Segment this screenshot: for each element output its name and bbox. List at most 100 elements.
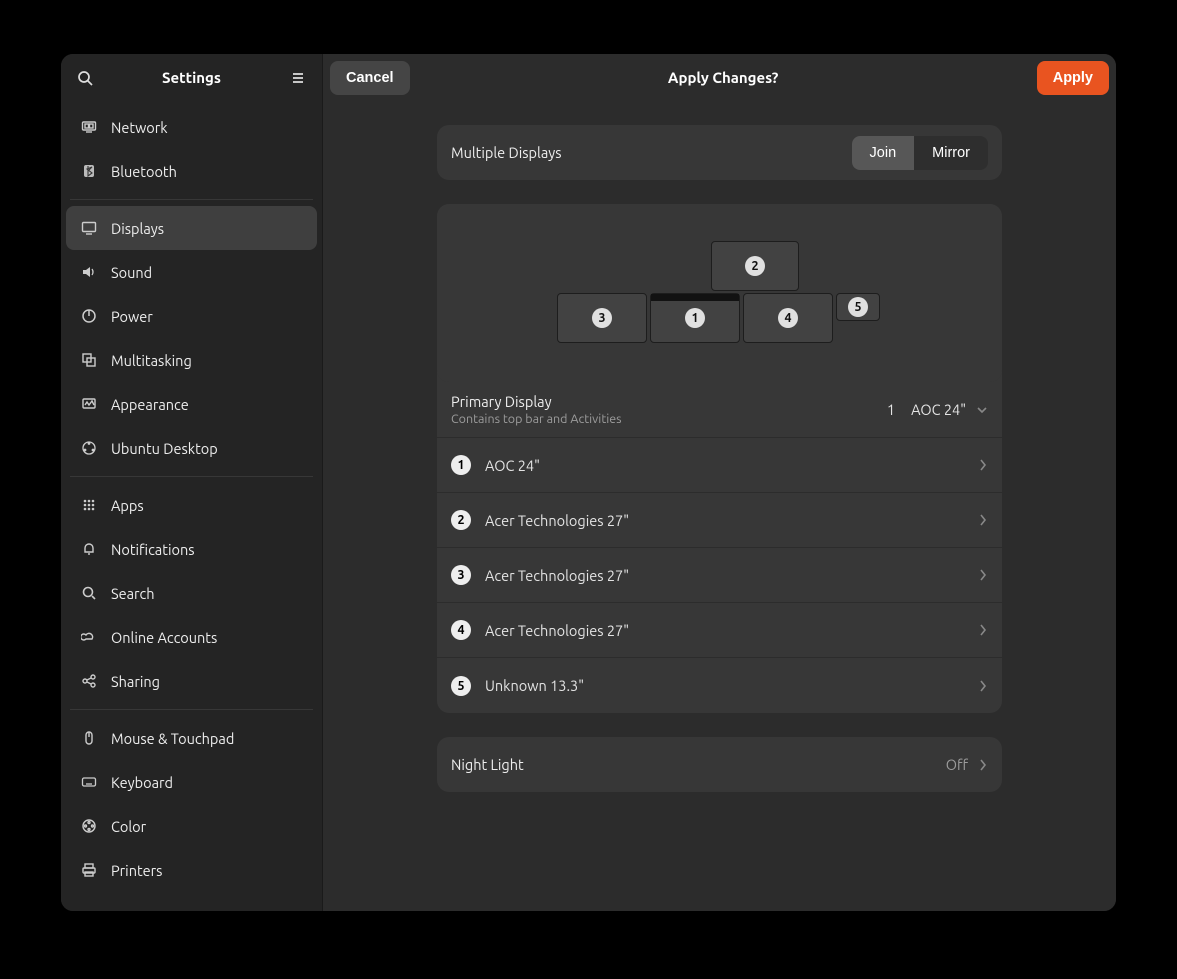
chevron-right-icon <box>978 513 988 527</box>
sidebar-item-ubuntu-desktop[interactable]: Ubuntu Desktop <box>66 426 317 470</box>
power-icon <box>80 308 98 324</box>
bluetooth-icon <box>80 163 98 179</box>
sidebar-item-printers[interactable]: Printers <box>66 848 317 892</box>
sidebar-header: Settings <box>61 54 322 101</box>
sidebar-item-apps[interactable]: Apps <box>66 483 317 527</box>
display-name: Acer Technologies 27" <box>485 567 964 584</box>
cancel-button[interactable]: Cancel <box>330 61 410 95</box>
hamburger-icon[interactable] <box>282 62 314 94</box>
sharing-icon <box>80 673 98 689</box>
join-button[interactable]: Join <box>852 136 915 170</box>
settings-window: Settings Network Bluetooth Displays Sound Po… <box>61 54 1116 911</box>
display-row-1[interactable]: 1AOC 24" <box>437 438 1002 493</box>
chevron-right-icon <box>978 568 988 582</box>
sidebar-item-label: Sound <box>111 264 152 281</box>
display-number-badge: 1 <box>451 455 471 475</box>
display-number-badge: 4 <box>451 620 471 640</box>
displays-icon <box>80 220 98 236</box>
monitor-number-badge: 2 <box>745 256 765 276</box>
night-light-row[interactable]: Night Light Off <box>437 737 1002 792</box>
sidebar-item-color[interactable]: Color <box>66 804 317 848</box>
chevron-right-icon <box>978 623 988 637</box>
sidebar-title: Settings <box>101 69 282 86</box>
monitor-4[interactable]: 4 <box>743 293 833 343</box>
sidebar-item-label: Keyboard <box>111 774 173 791</box>
sidebar-item-keyboard[interactable]: Keyboard <box>66 760 317 804</box>
monitor-1[interactable]: 1 <box>650 293 740 343</box>
sidebar-item-label: Printers <box>111 862 162 879</box>
sidebar-item-label: Ubuntu Desktop <box>111 440 218 457</box>
sidebar-divider <box>70 476 313 477</box>
sidebar-item-label: Power <box>111 308 153 325</box>
appearance-icon <box>80 396 98 412</box>
sidebar-item-sharing[interactable]: Sharing <box>66 659 317 703</box>
night-light-value: Off <box>946 756 968 773</box>
monitor-5[interactable]: 5 <box>836 293 880 321</box>
sidebar-item-power[interactable]: Power <box>66 294 317 338</box>
sidebar-item-displays[interactable]: Displays <box>66 206 317 250</box>
network-icon <box>80 119 98 135</box>
sidebar-item-label: Color <box>111 818 146 835</box>
sidebar-item-network[interactable]: Network <box>66 105 317 149</box>
display-arrangement[interactable]: 2 3 1 4 5 <box>437 204 1002 382</box>
mouse-touchpad-icon <box>80 730 98 746</box>
sidebar-item-appearance[interactable]: Appearance <box>66 382 317 426</box>
display-number-badge: 3 <box>451 565 471 585</box>
sidebar-item-label: Network <box>111 119 168 136</box>
notifications-icon <box>80 541 98 557</box>
sidebar-item-online-accounts[interactable]: Online Accounts <box>66 615 317 659</box>
display-row-5[interactable]: 5 Unknown 13.3" <box>437 658 1002 713</box>
displays-card: 2 3 1 4 5 Primary Display Contains top bar a… <box>437 204 1002 713</box>
monitor-number-badge: 3 <box>592 308 612 328</box>
monitor-2[interactable]: 2 <box>711 241 799 291</box>
sidebar-item-sound[interactable]: Sound <box>66 250 317 294</box>
sidebar-item-mouse-touchpad[interactable]: Mouse & Touchpad <box>66 716 317 760</box>
sidebar-item-bluetooth[interactable]: Bluetooth <box>66 149 317 193</box>
chevron-right-icon <box>978 458 988 472</box>
sidebar-item-label: Bluetooth <box>111 163 177 180</box>
sidebar-list: Network Bluetooth Displays Sound Power Multit… <box>61 101 322 896</box>
sidebar-item-label: Displays <box>111 220 164 237</box>
sidebar-item-label: Sharing <box>111 673 160 690</box>
sidebar-item-label: Mouse & Touchpad <box>111 730 234 747</box>
monitor-number-badge: 5 <box>848 297 868 317</box>
monitor-primary-bar <box>651 294 739 301</box>
sidebar-divider <box>70 199 313 200</box>
display-name: Unknown 13.3" <box>485 677 964 694</box>
sidebar-item-label: Search <box>111 585 155 602</box>
content: Multiple Displays Join Mirror 2 3 1 4 5 Prim… <box>323 101 1116 911</box>
sidebar-item-notifications[interactable]: Notifications <box>66 527 317 571</box>
display-list: 1AOC 24" 2 Acer Technologies 27" 3 Acer Tech… <box>437 438 1002 713</box>
display-row-4[interactable]: 4 Acer Technologies 27" <box>437 603 1002 658</box>
color-icon <box>80 818 98 834</box>
display-row-3[interactable]: 3 Acer Technologies 27" <box>437 548 1002 603</box>
printers-icon <box>80 862 98 878</box>
display-name: Acer Technologies 27" <box>485 622 964 639</box>
night-light-label: Night Light <box>451 756 946 773</box>
search-icon[interactable] <box>69 62 101 94</box>
sidebar-item-search[interactable]: Search <box>66 571 317 615</box>
multiple-displays-label: Multiple Displays <box>451 144 852 161</box>
search-icon <box>80 585 98 601</box>
chevron-right-icon <box>978 679 988 693</box>
primary-display-sub: Contains top bar and Activities <box>451 412 887 426</box>
sidebar-item-multitasking[interactable]: Multitasking <box>66 338 317 382</box>
primary-display-name: AOC 24" <box>911 401 966 418</box>
display-number-badge: 5 <box>451 676 471 696</box>
apply-button[interactable]: Apply <box>1037 61 1109 95</box>
ubuntu-desktop-icon <box>80 440 98 456</box>
primary-display-row[interactable]: Primary Display Contains top bar and Act… <box>437 382 1002 438</box>
display-name: Acer Technologies 27" <box>485 512 964 529</box>
mirror-button[interactable]: Mirror <box>914 136 988 170</box>
primary-display-label: Primary Display <box>451 393 887 410</box>
multiple-displays-card: Multiple Displays Join Mirror <box>437 125 1002 180</box>
display-row-2[interactable]: 2 Acer Technologies 27" <box>437 493 1002 548</box>
night-light-card: Night Light Off <box>437 737 1002 792</box>
sound-icon <box>80 264 98 280</box>
sidebar-item-label: Online Accounts <box>111 629 217 646</box>
monitor-number-badge: 1 <box>685 308 705 328</box>
monitor-3[interactable]: 3 <box>557 293 647 343</box>
monitor-number-badge: 4 <box>778 308 798 328</box>
apps-icon <box>80 497 98 513</box>
display-number-badge: 2 <box>451 510 471 530</box>
